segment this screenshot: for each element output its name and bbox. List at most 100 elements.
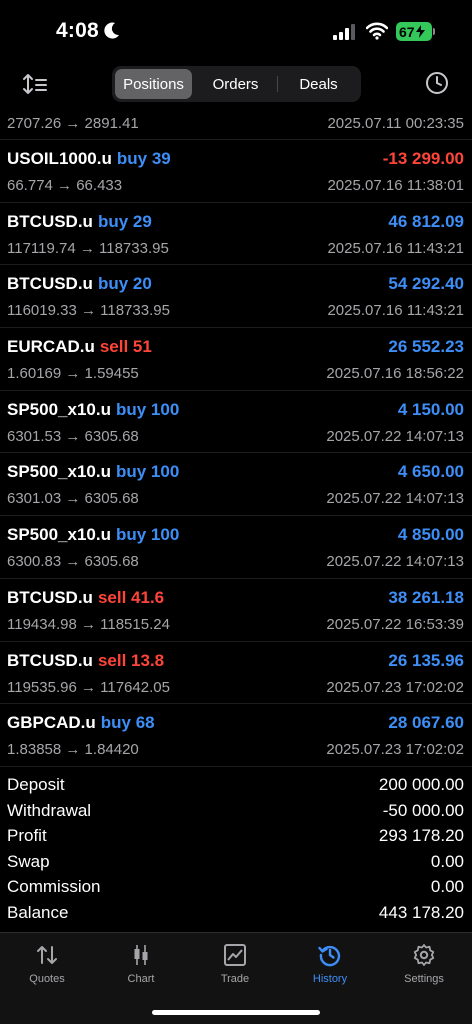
deal-title: SP500_x10.u buy 100: [7, 525, 179, 545]
status-time: 4:08: [56, 19, 99, 42]
deal-profit: 4 150.00: [397, 399, 464, 419]
quotes-icon: [37, 946, 57, 964]
deal-side: buy 29: [97, 211, 152, 231]
deal-profit: 4 650.00: [397, 462, 464, 482]
deal-symbol: BTCUSD.u: [7, 650, 93, 670]
summary-row-swap: Swap 0.00: [0, 850, 472, 876]
deal-row[interactable]: SP500_x10.u buy 100 4 850.00 6300.83 → 63…: [0, 516, 472, 579]
deal-prices: 6301.53 → 6305.68: [7, 427, 139, 445]
deal-title: SP500_x10.u buy 100: [7, 462, 179, 482]
summary-row-deposit: Deposit 200 000.00: [0, 773, 472, 799]
deal-date: 2025.07.22 14:07:13: [326, 427, 464, 445]
sort-icon[interactable]: [22, 72, 48, 96]
summary-value: 0.00: [430, 877, 464, 897]
deal-date: 2025.07.16 18:56:22: [326, 365, 464, 383]
chart-icon: [134, 945, 148, 965]
deal-row[interactable]: BTCUSD.u buy 20 54 292.40 116019.33 → 118…: [0, 265, 472, 329]
summary-value: -50 000.00: [382, 800, 464, 820]
summary-value: 0.00: [430, 851, 464, 871]
summary-label: Balance: [7, 902, 69, 922]
deal-row[interactable]: 2707.26 → 2891.41 2025.07.11 00:23:35: [0, 110, 472, 140]
deal-title: BTCUSD.u sell 13.8: [7, 651, 164, 671]
deal-prices: 66.774 → 66.433: [7, 177, 123, 194]
deal-symbol: GBPCAD.u: [7, 713, 96, 733]
tab-trade[interactable]: Trade: [195, 943, 275, 993]
deal-side: sell 13.8: [97, 650, 165, 670]
top-navigation: Positions Orders Deals: [0, 64, 472, 108]
summary-label: Deposit: [7, 775, 65, 794]
summary-label: Withdrawal: [7, 800, 92, 820]
deal-profit: 26 135.96: [388, 650, 464, 670]
deal-date: 2025.07.16 11:43:21: [327, 302, 464, 320]
tab-quotes[interactable]: Quotes: [7, 943, 87, 993]
trade-icon: [224, 944, 246, 966]
deal-side: buy 39: [116, 149, 171, 168]
deal-profit: -13 299.00: [382, 149, 464, 168]
deal-side: buy 100: [115, 525, 180, 545]
segment-divider: [277, 76, 278, 92]
charging-bolt-icon: [415, 25, 425, 38]
tab-deals[interactable]: Deals: [279, 69, 358, 99]
deal-symbol: SP500_x10.u: [7, 399, 111, 419]
deal-row[interactable]: SP500_x10.u buy 100 4 150.00 6301.53 → 63…: [0, 391, 472, 454]
deal-row[interactable]: SP500_x10.u buy 100 4 650.00 6301.03 → 63…: [0, 453, 472, 517]
history-icon: [318, 945, 341, 967]
deal-prices: 117119.74 → 118733.95: [7, 239, 169, 257]
deal-row[interactable]: GBPCAD.u buy 68 28 067.60 1.83858 → 1.844…: [0, 704, 472, 767]
deal-row[interactable]: BTCUSD.u sell 41.6 38 261.18 119434.98 → …: [0, 579, 472, 642]
deal-profit: 46 812.09: [388, 211, 464, 231]
deal-prices: 116019.33 → 118733.95: [7, 302, 170, 320]
summary-value: 293 178.20: [378, 826, 464, 846]
summary-row-profit: Profit 293 178.20: [0, 824, 472, 850]
deal-date: 2025.07.22 14:07:13: [326, 490, 464, 508]
tab-chart[interactable]: Chart: [101, 943, 181, 993]
summary-label: Profit: [7, 826, 47, 846]
summary-label: Swap: [7, 851, 50, 871]
summary-value: 200 000.00: [378, 775, 464, 794]
deal-profit: 28 067.60: [388, 713, 464, 733]
wifi-icon: [366, 22, 388, 40]
summary-row-commission: Commission 0.00: [0, 875, 472, 901]
deal-title: BTCUSD.u buy 29: [7, 212, 152, 232]
deal-profit: 26 552.23: [388, 337, 464, 357]
tab-history[interactable]: History: [290, 943, 370, 993]
clock-icon[interactable]: [425, 71, 449, 95]
tab-settings[interactable]: Settings: [384, 943, 464, 993]
deal-date: 2025.07.16 11:38:01: [327, 177, 464, 194]
deal-date: 2025.07.22 14:07:13: [326, 553, 464, 571]
deal-date: 2025.07.23 17:02:02: [326, 678, 464, 696]
tab-label: History: [312, 973, 348, 985]
summary-value: 443 178.20: [378, 902, 464, 922]
deal-row[interactable]: USOIL1000.u buy 39 -13 299.00 66.774 → 66…: [0, 140, 472, 203]
deal-title: EURCAD.u sell 51: [7, 337, 152, 357]
deal-side: buy 68: [100, 713, 155, 733]
deal-side: buy 100: [115, 399, 180, 419]
deal-date: 2025.07.23 17:02:02: [326, 741, 464, 759]
deal-profit: 54 292.40: [388, 274, 464, 294]
deal-profit: 4 850.00: [397, 525, 464, 545]
deal-row[interactable]: BTCUSD.u buy 29 46 812.09 117119.74 → 118…: [0, 203, 472, 266]
deal-symbol: SP500_x10.u: [7, 462, 111, 482]
deal-row[interactable]: EURCAD.u sell 51 26 552.23 1.60169 → 1.59…: [0, 328, 472, 391]
deal-prices: 119535.96 → 117642.05: [7, 678, 170, 696]
deal-symbol: BTCUSD.u: [7, 587, 93, 607]
deal-side: sell 41.6: [97, 587, 165, 607]
deal-date: 2025.07.11 00:23:35: [327, 115, 464, 132]
summary-label: Commission: [7, 877, 101, 897]
view-segmented-control: Positions Orders Deals: [112, 66, 361, 102]
moon-icon: [104, 22, 119, 39]
deal-title: BTCUSD.u sell 41.6: [7, 588, 164, 608]
deal-symbol: BTCUSD.u: [7, 274, 93, 294]
tab-orders[interactable]: Orders: [196, 69, 275, 99]
status-bar: 4:08 67: [0, 0, 472, 64]
deal-date: 2025.07.16 11:43:21: [327, 239, 464, 257]
deal-prices: 119434.98 → 118515.24: [7, 615, 170, 633]
deal-symbol: USOIL1000.u: [7, 149, 112, 168]
home-indicator[interactable]: [152, 1010, 320, 1015]
settings-icon: [413, 944, 435, 966]
deal-side: sell 51: [99, 337, 152, 357]
tab-positions[interactable]: Positions: [115, 69, 192, 99]
deal-side: buy 20: [97, 274, 152, 294]
deal-prices: 6300.83 → 6305.68: [7, 553, 139, 571]
deal-row[interactable]: BTCUSD.u sell 13.8 26 135.96 119535.96 → …: [0, 642, 472, 705]
